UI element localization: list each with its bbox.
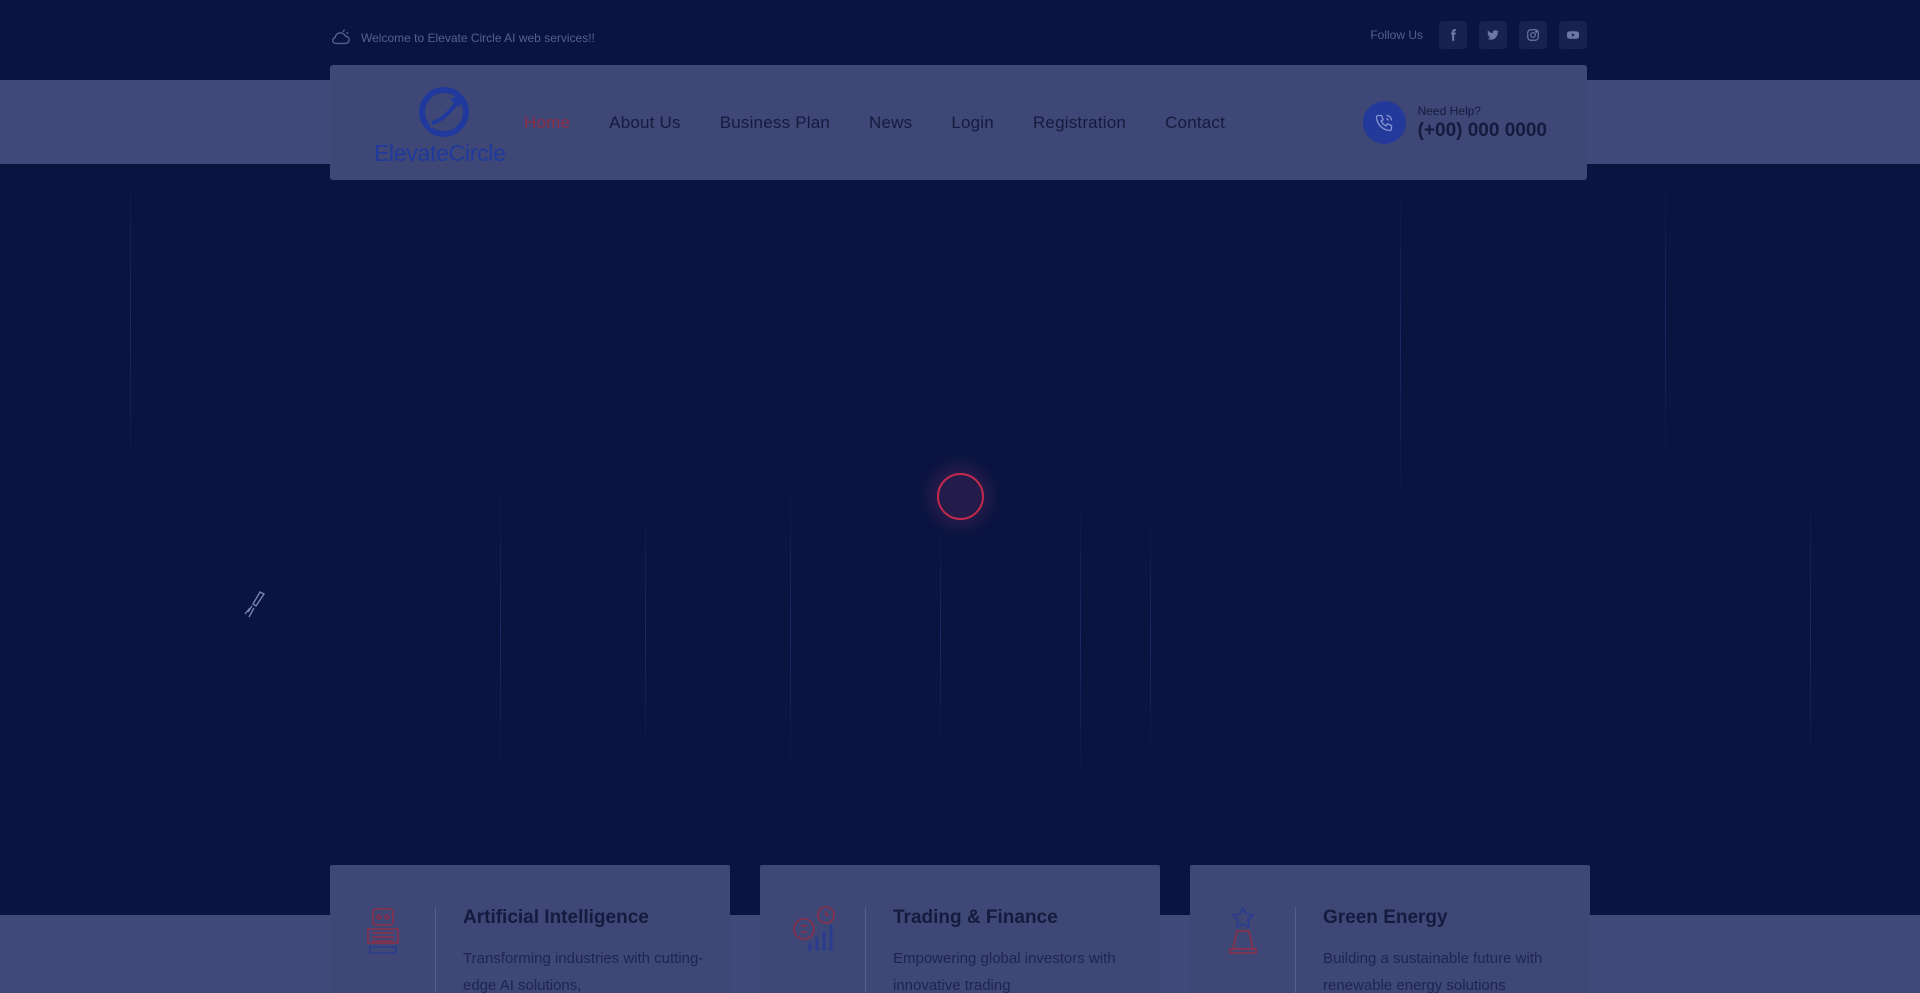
loader-ring <box>936 472 984 520</box>
finance-chart-icon <box>793 906 835 951</box>
brand-name: ElevateCircle <box>374 140 506 166</box>
robot-icon <box>367 908 399 954</box>
page-loader <box>920 456 1000 536</box>
main-navigation-bar: ElevateCircle Home About Us Business Pla… <box>330 65 1587 180</box>
welcome-text: Welcome to Elevate Circle AI web service… <box>361 31 595 45</box>
feature-title: Trading & Finance <box>893 907 1058 928</box>
follow-label: Follow Us <box>1370 28 1423 42</box>
nav-menu: Home About Us Business Plan News Login R… <box>524 65 1225 180</box>
top-bar: Welcome to Elevate Circle AI web service… <box>330 0 1587 65</box>
feature-card-ai[interactable]: Artificial Intelligence Transforming ind… <box>330 865 730 993</box>
youtube-icon <box>1566 31 1580 39</box>
nav-item-business-plan[interactable]: Business Plan <box>720 113 830 133</box>
feature-title: Artificial Intelligence <box>463 907 649 928</box>
card-divider <box>1295 907 1296 993</box>
feature-text: Empowering global investors with innovat… <box>893 950 1116 993</box>
feature-text: Building a sustainable future with renew… <box>1323 950 1543 993</box>
help-label: Need Help? <box>1417 103 1481 118</box>
twitter-icon <box>1487 30 1499 40</box>
facebook-icon <box>1450 29 1456 41</box>
site-logo[interactable]: ElevateCircle <box>374 83 514 166</box>
nav-item-login[interactable]: Login <box>951 113 994 133</box>
social-links: Follow Us <box>1370 21 1587 49</box>
instagram-icon <box>1527 29 1539 41</box>
award-star-icon <box>1229 906 1257 954</box>
nav-item-about-us[interactable]: About Us <box>609 113 681 133</box>
cloud-icon <box>332 29 350 45</box>
twitter-link[interactable] <box>1479 21 1507 49</box>
instagram-link[interactable] <box>1519 21 1547 49</box>
welcome-message: Welcome to Elevate Circle AI web service… <box>330 28 595 48</box>
youtube-link[interactable] <box>1559 21 1587 49</box>
help-contact[interactable]: Need Help? (+00) 000 0000 <box>1362 101 1547 144</box>
logo-mark-icon <box>419 87 469 137</box>
card-divider <box>435 907 436 993</box>
nav-item-home[interactable]: Home <box>524 113 570 133</box>
feature-card-green-energy[interactable]: Green Energy Building a sustainable futu… <box>1190 865 1590 993</box>
feature-title: Green Energy <box>1323 907 1448 928</box>
help-phone-number[interactable]: (+00) 000 0000 <box>1418 120 1547 142</box>
help-text: Need Help? (+00) 000 0000 <box>1418 104 1547 142</box>
feature-text: Transforming industries with cutting-edg… <box>463 950 704 993</box>
rocket-icon <box>244 591 265 618</box>
nav-item-news[interactable]: News <box>869 113 912 133</box>
nav-item-contact[interactable]: Contact <box>1165 113 1225 133</box>
phone-icon <box>1362 101 1406 144</box>
nav-item-registration[interactable]: Registration <box>1033 113 1126 133</box>
feature-card-trading[interactable]: Trading & Finance Empowering global inve… <box>760 865 1160 993</box>
facebook-link[interactable] <box>1439 21 1467 49</box>
card-divider <box>865 907 866 993</box>
